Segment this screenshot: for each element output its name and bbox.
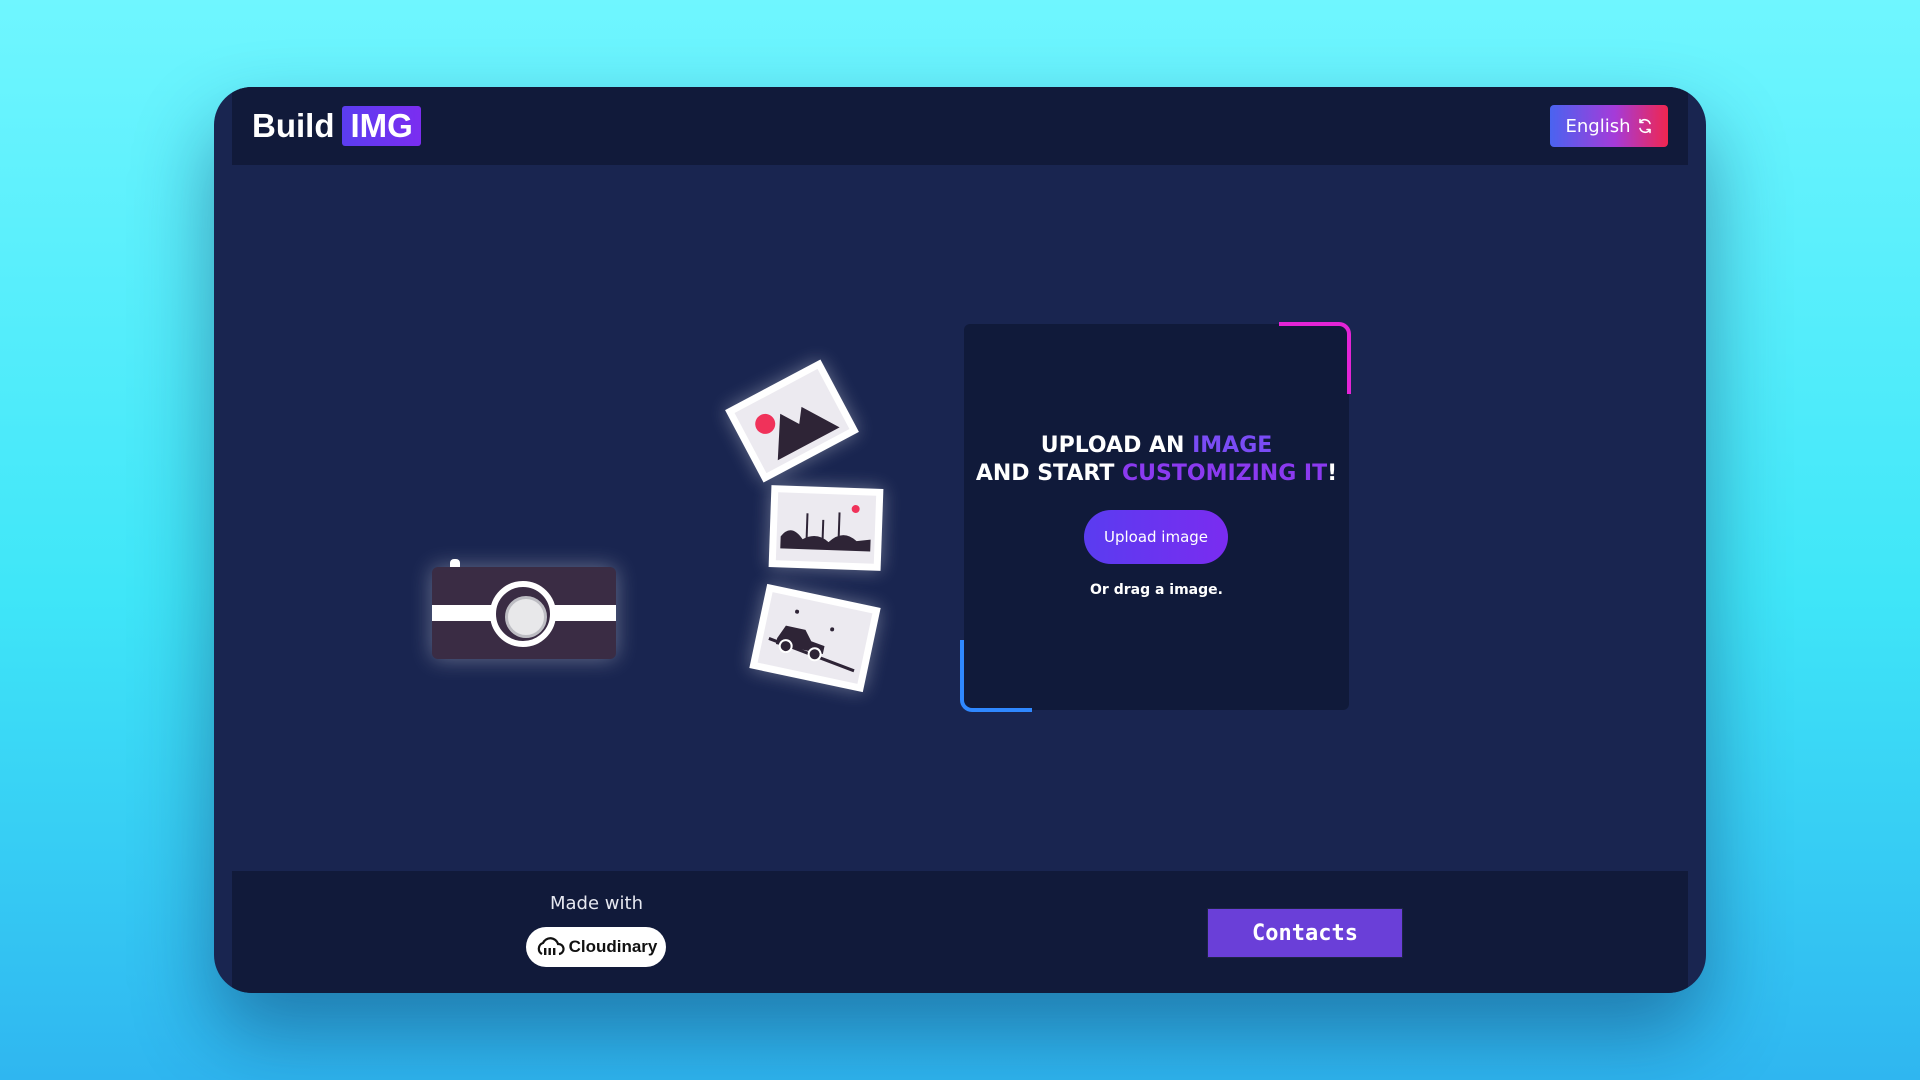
footer: Made with Cloudinary Contacts (232, 871, 1688, 993)
upload-image-button[interactable]: Upload image (1084, 510, 1228, 564)
cloudinary-badge[interactable]: Cloudinary (526, 927, 666, 967)
upload-card[interactable]: UPLOAD AN IMAGE AND START CUSTOMIZING IT… (960, 322, 1351, 712)
camera-icon (432, 559, 616, 659)
logo-img-text: IMG (342, 106, 421, 146)
card-corner-accent (1279, 322, 1351, 394)
logo[interactable]: Build IMG (252, 105, 421, 147)
cloudinary-logo-icon (537, 937, 565, 956)
app-window: Build IMG English UPLOAD AN IMAGE AND ST… (214, 87, 1706, 993)
card-corner-accent (960, 640, 1032, 712)
drag-hint: Or drag a image. (1090, 582, 1223, 598)
header: Build IMG English (232, 87, 1688, 165)
language-button[interactable]: English (1550, 105, 1668, 147)
logo-build-text: Build (252, 107, 335, 144)
refresh-icon (1638, 118, 1651, 134)
car-photo-icon (749, 583, 881, 693)
upload-title: UPLOAD AN IMAGE AND START CUSTOMIZING IT… (975, 433, 1338, 486)
language-label: English (1565, 115, 1631, 137)
landscape-photo-icon (768, 485, 884, 571)
cloudinary-label: Cloudinary (568, 937, 658, 956)
contacts-button[interactable]: Contacts (1208, 909, 1402, 957)
made-with-label: Made with (550, 893, 643, 914)
